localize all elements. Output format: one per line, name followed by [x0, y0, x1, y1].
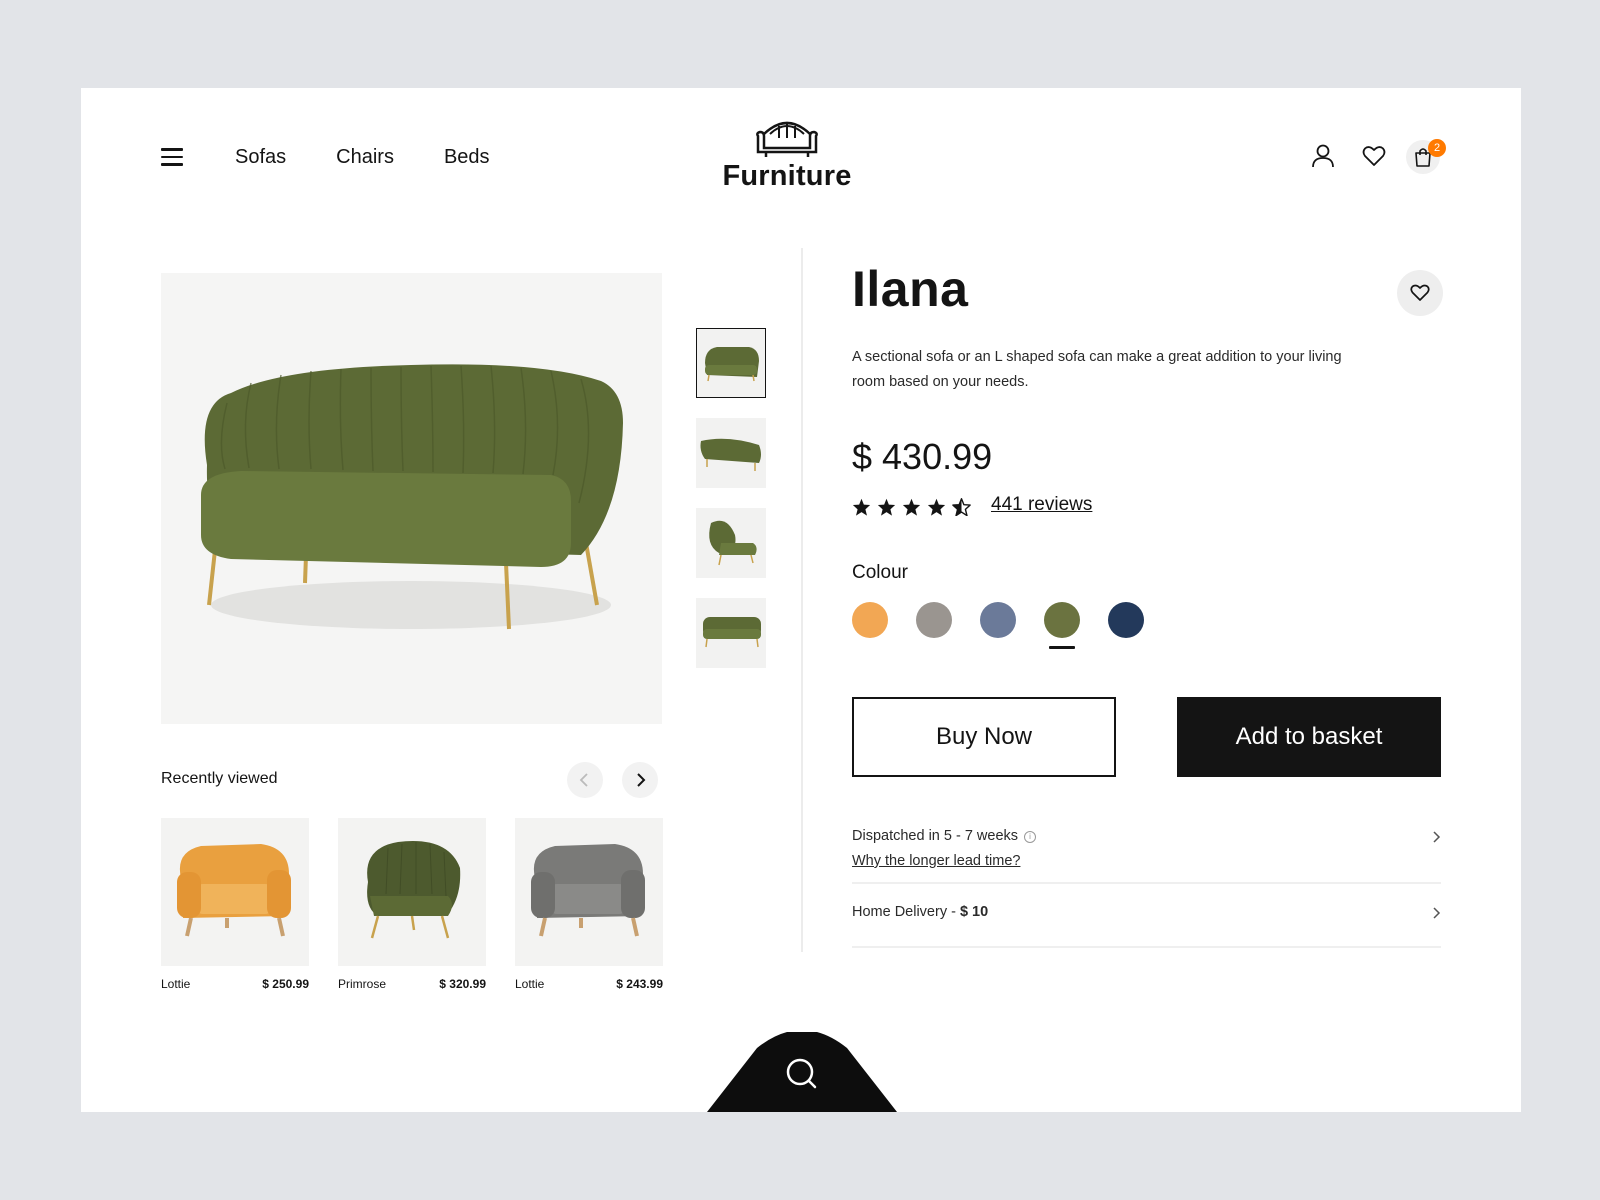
colour-label: Colour	[852, 562, 908, 583]
reviews-link[interactable]: 441 reviews	[991, 494, 1092, 516]
buy-now-button[interactable]: Buy Now	[852, 697, 1116, 777]
previous-arrow-button[interactable]	[567, 762, 603, 798]
product-description: A sectional sofa or an L shaped sofa can…	[852, 349, 1342, 390]
next-arrow-button[interactable]	[622, 762, 658, 798]
armchair-logo-icon	[756, 121, 818, 157]
thumbnail-profile[interactable]	[696, 508, 766, 578]
user-icon[interactable]	[1309, 142, 1337, 170]
delivery-price: $ 10	[959, 904, 989, 920]
logo-text: Furniture	[722, 160, 852, 192]
product-thumbnail-image	[515, 818, 663, 966]
add-to-basket-button[interactable]: Add to basket	[1177, 697, 1441, 777]
colour-swatches	[852, 602, 1144, 649]
hamburger-menu-icon[interactable]	[161, 148, 183, 166]
main-nav: Sofas Chairs Beds	[235, 146, 490, 169]
star-icon	[877, 498, 896, 516]
delivery-label: Home Delivery -	[852, 904, 960, 920]
heart-icon	[1410, 284, 1430, 301]
product-thumbnail-image	[338, 818, 486, 966]
thumbnail-back[interactable]	[696, 598, 766, 668]
product-price: $ 250.99	[262, 977, 309, 991]
vertical-divider	[801, 248, 803, 952]
info-icon[interactable]: i	[1024, 831, 1037, 843]
search-button[interactable]	[707, 1032, 897, 1112]
dispatch-info-row[interactable]: Dispatched in 5 - 7 weeks i Why the longe…	[852, 824, 1441, 884]
chevron-right-icon	[1433, 831, 1441, 843]
colour-swatch[interactable]	[916, 602, 952, 638]
product-name: Lottie	[515, 977, 545, 991]
product-page: Sofas Chairs Beds Furniture 2 Recently v…	[81, 88, 1521, 1112]
cart-button[interactable]: 2	[1406, 139, 1446, 174]
recently-viewed-card[interactable]: Lottie $ 243.99	[515, 818, 663, 991]
recently-viewed-card[interactable]: Primrose $ 320.99	[338, 818, 486, 991]
thumbnail-front[interactable]	[696, 328, 766, 398]
product-price: $ 430.99	[852, 436, 993, 477]
nav-chairs[interactable]: Chairs	[336, 146, 394, 169]
cart-count-badge: 2	[1428, 139, 1446, 157]
star-icon	[927, 498, 946, 516]
delivery-info-row[interactable]: Home Delivery - $ 10	[852, 900, 1441, 948]
colour-swatch[interactable]	[980, 602, 1016, 638]
lead-time-link[interactable]: Why the longer lead time?	[852, 849, 1441, 874]
product-price: $ 320.99	[439, 977, 486, 991]
thumbnail-side[interactable]	[696, 418, 766, 488]
colour-swatch[interactable]	[1044, 602, 1080, 649]
chevron-left-icon	[579, 773, 588, 787]
nav-beds[interactable]: Beds	[444, 146, 490, 169]
star-icon	[902, 498, 921, 516]
product-name: Lottie	[161, 977, 191, 991]
star-rating	[852, 498, 971, 516]
recently-viewed-card[interactable]: Lottie $ 250.99	[161, 818, 309, 991]
heart-icon[interactable]	[1360, 142, 1388, 170]
product-name: Primrose	[338, 977, 387, 991]
product-price: $ 243.99	[616, 977, 663, 991]
dispatch-text: Dispatched in 5 - 7 weeks	[852, 828, 1019, 844]
product-title: Ilana	[852, 261, 969, 317]
star-icon	[852, 498, 871, 516]
colour-swatch[interactable]	[1108, 602, 1144, 638]
main-product-image	[161, 273, 662, 724]
recently-viewed-title: Recently viewed	[161, 770, 278, 787]
chevron-right-icon	[637, 773, 646, 787]
chevron-right-icon	[1433, 907, 1441, 919]
colour-swatch[interactable]	[852, 602, 888, 638]
nav-sofas[interactable]: Sofas	[235, 146, 286, 169]
add-to-wishlist-button[interactable]	[1397, 270, 1443, 316]
recently-viewed-list: Lottie $ 250.99 Primrose $ 320.99 Lottie…	[161, 818, 663, 991]
thumbnail-list	[696, 328, 766, 688]
half-star-icon	[952, 498, 971, 516]
product-thumbnail-image	[161, 818, 309, 966]
brand-logo[interactable]: Furniture	[721, 114, 853, 193]
